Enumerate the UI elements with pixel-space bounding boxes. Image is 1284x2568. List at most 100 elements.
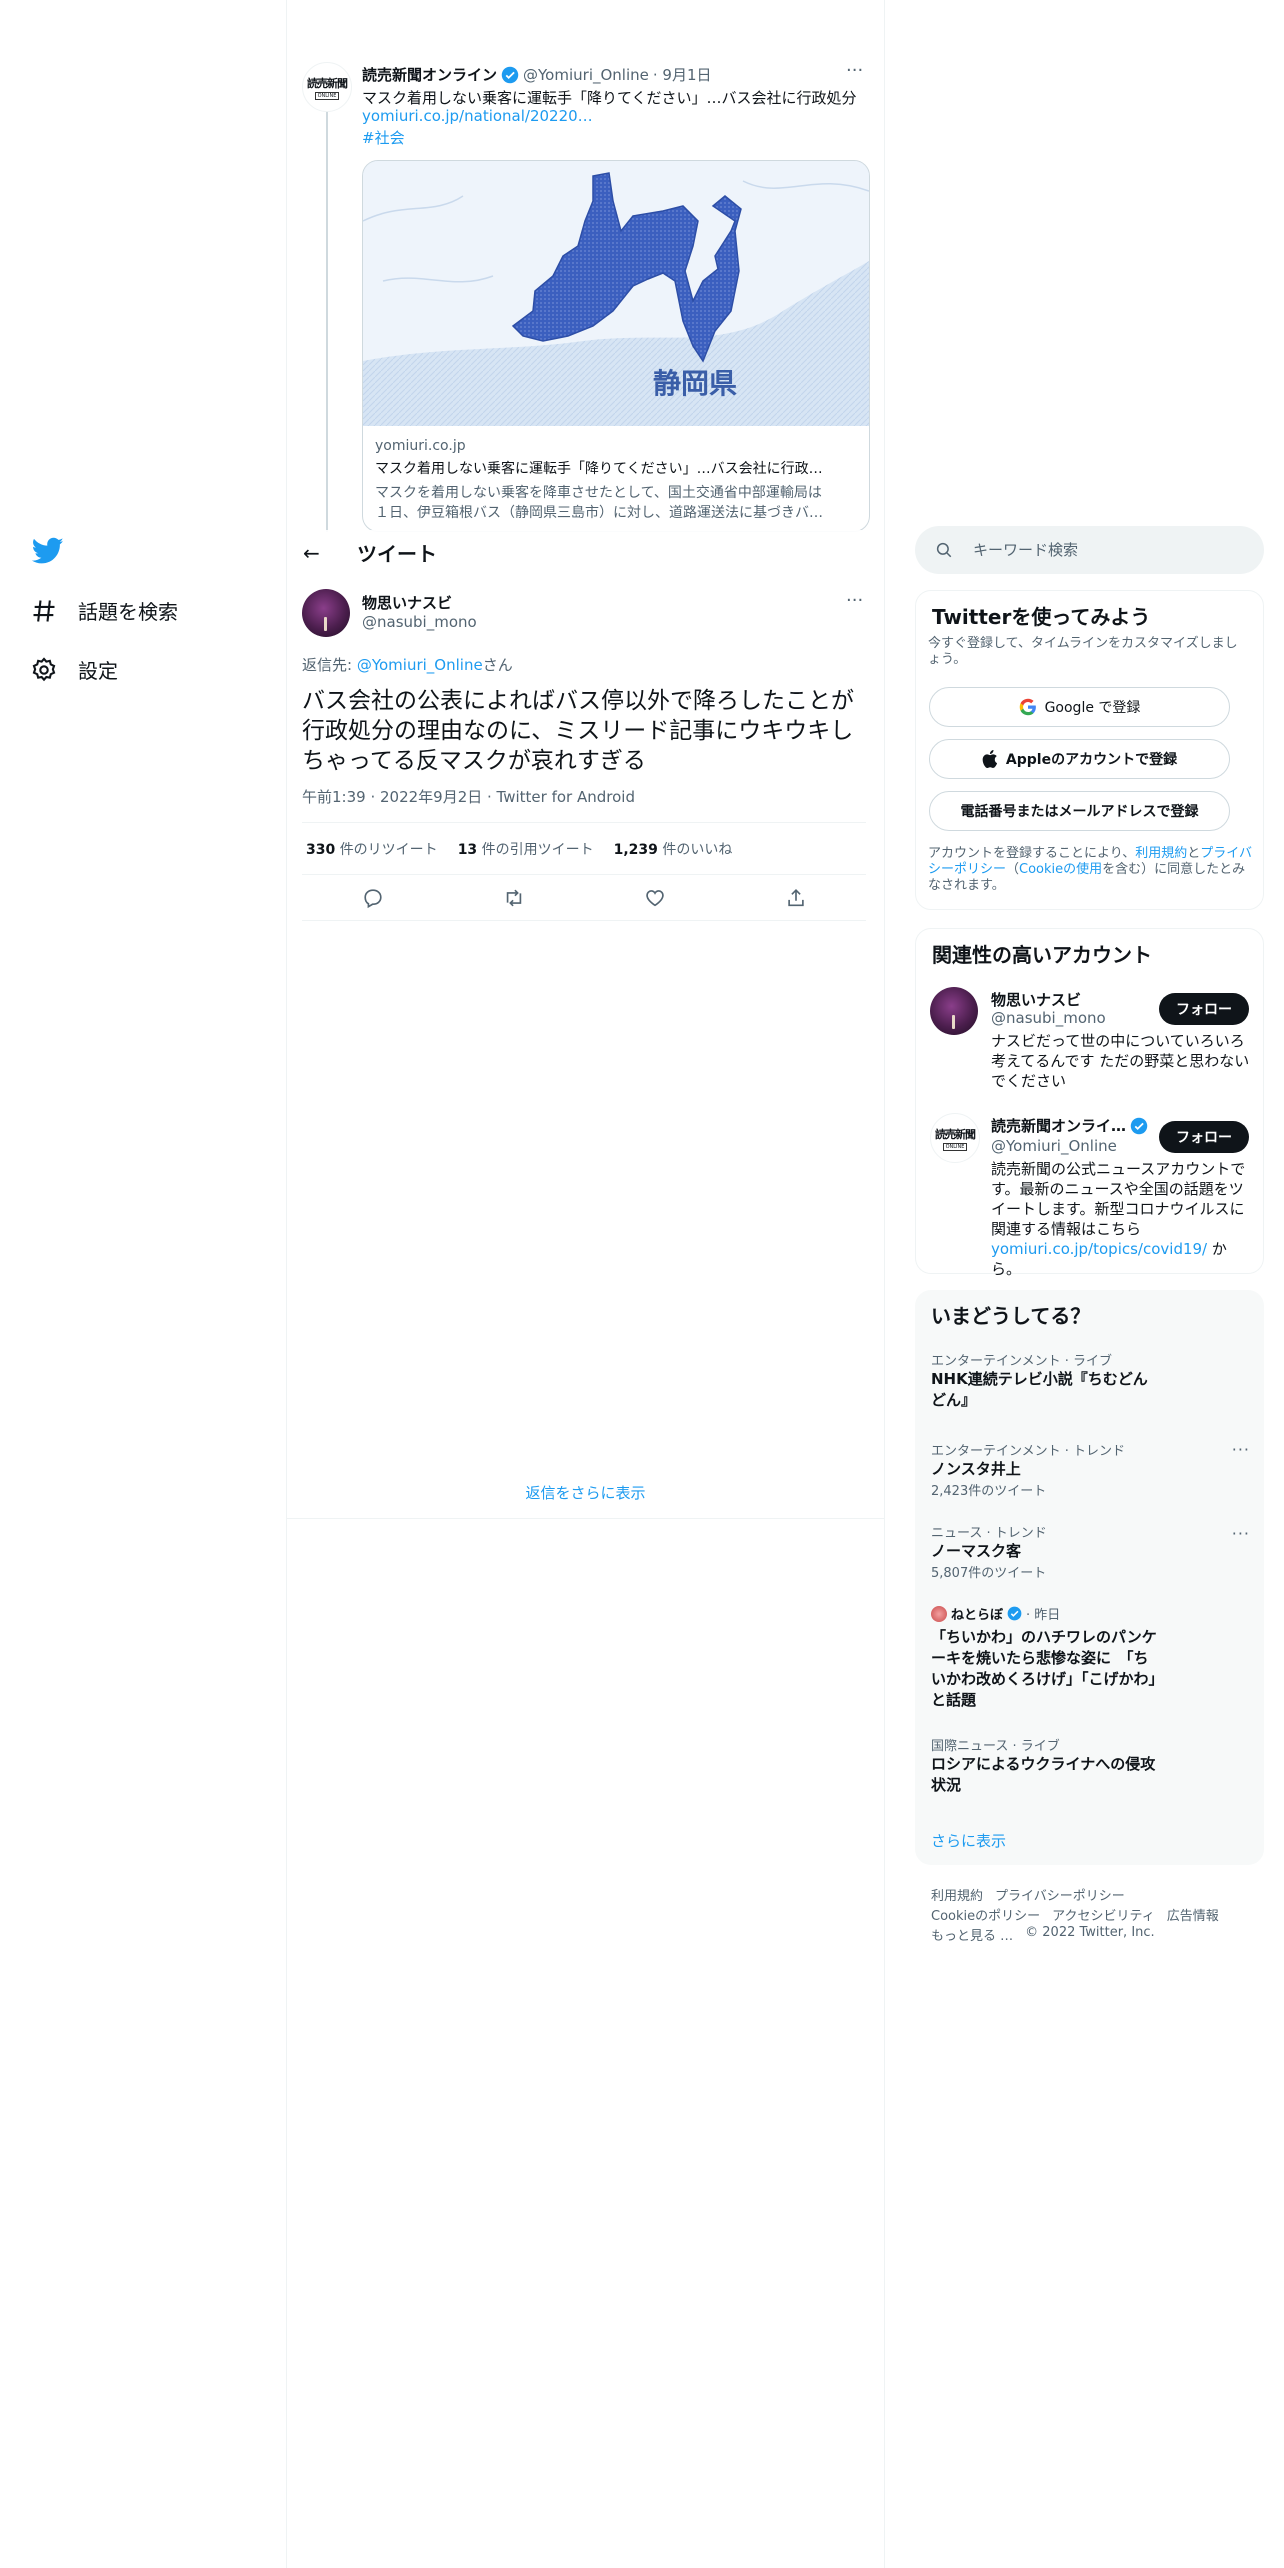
apple-signup-button[interactable]: Appleのアカウントで登録 bbox=[929, 739, 1230, 779]
trend-more-icon[interactable]: ··· bbox=[1232, 1440, 1250, 1459]
search-box[interactable] bbox=[915, 526, 1264, 574]
terms-text-3: （ bbox=[1006, 862, 1020, 877]
netorabo-avatar bbox=[931, 1605, 947, 1622]
yomiuri-logo-text: 読売新聞 bbox=[307, 76, 348, 90]
footer-more-link[interactable]: もっと見る … bbox=[931, 1925, 1013, 1944]
back-arrow-icon[interactable]: ← bbox=[303, 541, 333, 565]
related-nasubi-name[interactable]: 物思いナスビ bbox=[991, 989, 1081, 1010]
nasubi-avatar[interactable] bbox=[302, 589, 350, 637]
verified-badge-icon bbox=[1130, 1117, 1148, 1134]
follow-nasubi-button[interactable]: フォロー bbox=[1159, 993, 1249, 1025]
related-nasubi-avatar[interactable] bbox=[930, 987, 978, 1035]
terms-text-1: アカウントを登録することにより、 bbox=[928, 846, 1136, 861]
trend-name: ノンスタ井上 bbox=[931, 1460, 1021, 1478]
google-signup-label: Google で登録 bbox=[1044, 700, 1141, 716]
parent-tweet-header: 読売新聞オンライン @Yomiuri_Online · 9月1日 bbox=[362, 64, 712, 85]
footer-cookie-link[interactable]: Cookieのポリシー bbox=[931, 1905, 1040, 1924]
quote-stat[interactable]: 13 件の引用ツイート bbox=[458, 839, 594, 859]
phone-email-signup-button[interactable]: 電話番号またはメールアドレスで登録 bbox=[929, 791, 1230, 831]
trend-more-icon[interactable]: ··· bbox=[1232, 1524, 1250, 1543]
footer-accessibility-link[interactable]: アクセシビリティ bbox=[1052, 1905, 1155, 1924]
gear-icon bbox=[32, 656, 56, 681]
related-yomiuri-name[interactable]: 読売新聞オンライ… bbox=[991, 1115, 1126, 1136]
footer-privacy-link[interactable]: プライバシーポリシー bbox=[995, 1885, 1125, 1904]
trend-item[interactable]: 国際ニュース · ライブ ロシアによるウクライナへの侵攻状況 bbox=[931, 1735, 1161, 1796]
trends-show-more[interactable]: さらに表示 bbox=[931, 1830, 1006, 1851]
left-column-divider bbox=[286, 0, 287, 2568]
footer-line-2: Cookieのポリシー アクセシビリティ 広告情報 bbox=[931, 1905, 1219, 1924]
footer-ads-link[interactable]: 広告情報 bbox=[1167, 1905, 1219, 1924]
related-accounts-panel: 関連性の高いアカウント 物思いナスビ @nasubi_mono フォロー ナスビ… bbox=[915, 928, 1264, 1278]
trend-item[interactable]: ニュース · トレンド ノーマスク客 5,807件のツイート bbox=[931, 1522, 1231, 1581]
related-nasubi-bio: ナスビだって世の中についていろいろ考えてるんです ただの野菜と思わないでください bbox=[991, 1032, 1250, 1090]
reply-icon[interactable] bbox=[362, 887, 384, 909]
reply-suffix: さん bbox=[482, 656, 513, 674]
retweet-stat[interactable]: 330 件のリツイート bbox=[306, 839, 438, 859]
follow-yomiuri-button[interactable]: フォロー bbox=[1159, 1121, 1249, 1153]
terms-link[interactable]: 利用規約 bbox=[1135, 846, 1187, 861]
tweet-stats: 330 件のリツイート 13 件の引用ツイート 1,239 件のいいね bbox=[302, 822, 866, 875]
main-tweet-text: バス会社の公表によればバス停以外で降ろしたことが行政処分の理由なのに、ミスリード… bbox=[302, 688, 854, 774]
news-source: ねとらぼ bbox=[951, 1608, 1004, 1623]
news-headline: 「ちいかわ」のハチワレのパンケーキを焼いたら悲惨な姿に 「ちいかわ改めくろけげ」… bbox=[931, 1628, 1157, 1709]
related-yomiuri-avatar[interactable]: 読売新聞 ONLINE bbox=[930, 1113, 980, 1163]
parent-tweet-date[interactable]: · 9月1日 bbox=[653, 64, 712, 85]
share-icon[interactable] bbox=[785, 887, 807, 909]
related-yomiuri-logo-sub: ONLINE bbox=[942, 1142, 968, 1151]
related-yomiuri-logo-text: 読売新聞 bbox=[935, 1127, 976, 1141]
parent-author-handle[interactable]: @Yomiuri_Online bbox=[523, 66, 649, 84]
like-label: 件のいいね bbox=[662, 841, 733, 858]
retweet-label: 件のリツイート bbox=[339, 841, 438, 858]
retweet-icon[interactable] bbox=[503, 887, 525, 909]
retweet-count: 330 bbox=[306, 841, 336, 858]
main-tweet-meta[interactable]: 午前1:39 · 2022年9月2日 · Twitter for Android bbox=[302, 786, 635, 807]
quote-label: 件の引用ツイート bbox=[481, 841, 594, 858]
yomiuri-avatar[interactable]: 読売新聞 ONLINE bbox=[302, 62, 352, 112]
google-icon bbox=[1019, 698, 1036, 716]
cookie-link[interactable]: Cookieの使用 bbox=[1019, 862, 1102, 877]
right-column-divider bbox=[884, 0, 885, 2568]
search-input[interactable] bbox=[971, 540, 1235, 560]
footer-terms-link[interactable]: 利用規約 bbox=[931, 1885, 983, 1904]
parent-tweet-hashtag[interactable]: #社会 bbox=[362, 127, 405, 148]
phone-email-signup-label: 電話番号またはメールアドレスで登録 bbox=[960, 804, 1199, 820]
related-yomiuri-handle[interactable]: @Yomiuri_Online bbox=[991, 1137, 1117, 1155]
news-source-row: ねとらぼ · 昨日 bbox=[931, 1604, 1161, 1623]
like-stat[interactable]: 1,239 件のいいね bbox=[614, 839, 733, 859]
trend-item[interactable]: エンターテインメント · ライブ NHK連続テレビ小説『ちむどんどん』 bbox=[931, 1350, 1161, 1411]
trend-item[interactable]: エンターテインメント · トレンド ノンスタ井上 2,423件のツイート bbox=[931, 1440, 1231, 1499]
parent-more-icon[interactable]: ··· bbox=[846, 60, 863, 81]
reply-prefix: 返信先: bbox=[302, 656, 357, 674]
trend-count: 2,423件のツイート bbox=[931, 1484, 1047, 1499]
apple-signup-label: Appleのアカウントで登録 bbox=[1005, 752, 1178, 768]
parent-tweet-link[interactable]: yomiuri.co.jp/national/20220… bbox=[362, 107, 593, 125]
card-desc-2: １日、伊豆箱根バス（静岡県三島市）に対し、道路運送法に基づきバ… bbox=[375, 505, 823, 521]
trend-category: エンターテインメント · ライブ bbox=[931, 1354, 1113, 1369]
news-time: · 昨日 bbox=[1026, 1608, 1061, 1623]
main-author-name[interactable]: 物思いナスビ bbox=[362, 592, 452, 613]
page-title: ツイート bbox=[357, 542, 437, 566]
footer-copyright: © 2022 Twitter, Inc. bbox=[1025, 1925, 1155, 1940]
main-more-icon[interactable]: ··· bbox=[846, 590, 863, 611]
like-icon[interactable] bbox=[644, 887, 666, 909]
twitter-logo-icon[interactable] bbox=[31, 537, 64, 569]
nav-explore[interactable]: 話題を検索 bbox=[30, 596, 178, 625]
nav-settings[interactable]: 設定 bbox=[30, 655, 118, 684]
link-card[interactable]: 静岡県 yomiuri.co.jp マスク着用しない乗客に運転手「降りてください… bbox=[362, 160, 870, 532]
verified-badge-icon bbox=[501, 66, 519, 83]
main-author-handle[interactable]: @nasubi_mono bbox=[362, 613, 477, 631]
news-trend-item[interactable]: ねとらぼ · 昨日 「ちいかわ」のハチワレのパンケーキを焼いたら悲惨な姿に 「ち… bbox=[931, 1604, 1161, 1711]
show-more-replies[interactable]: 返信をさらに表示 bbox=[287, 1482, 884, 1503]
trend-category: ニュース · トレンド bbox=[931, 1526, 1047, 1541]
signup-panel: Twitterを使ってみよう 今すぐ登録して、タイムラインをカスタマイズしましょ… bbox=[915, 590, 1264, 910]
signup-subtitle: 今すぐ登録して、タイムラインをカスタマイズしましょう。 bbox=[928, 636, 1238, 667]
related-yomiuri-bio-link[interactable]: yomiuri.co.jp/topics/covid19/ bbox=[991, 1240, 1207, 1258]
google-signup-button[interactable]: Google で登録 bbox=[929, 687, 1230, 727]
related-nasubi-handle[interactable]: @nasubi_mono bbox=[991, 1009, 1106, 1027]
like-count: 1,239 bbox=[613, 841, 658, 858]
reply-to-line: 返信先: @Yomiuri_Onlineさん bbox=[302, 654, 513, 675]
trend-name: ノーマスク客 bbox=[931, 1542, 1022, 1560]
parent-author-name[interactable]: 読売新聞オンライン bbox=[362, 64, 497, 85]
reply-to-handle[interactable]: @Yomiuri_Online bbox=[357, 656, 483, 674]
nav-explore-label: 話題を検索 bbox=[78, 600, 178, 624]
